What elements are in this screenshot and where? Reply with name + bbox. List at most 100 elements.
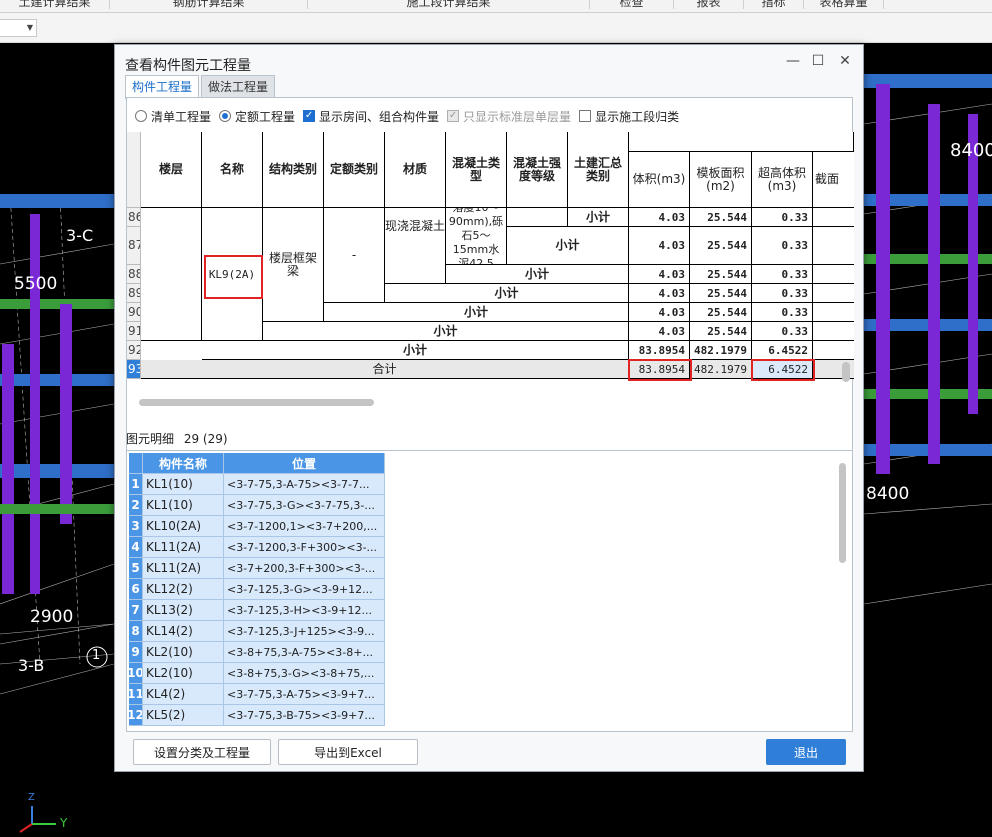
detail-header-position[interactable]: 位置 bbox=[224, 453, 385, 474]
detail-cell-position[interactable]: <3-7-75,3-B-75><3-9+7... bbox=[224, 705, 385, 726]
detail-cell-name[interactable]: KL5(2) bbox=[143, 705, 224, 726]
cell-section bbox=[813, 341, 854, 360]
menu-table-quantity[interactable]: 表格算量 bbox=[804, 0, 884, 9]
row-number[interactable]: 87 bbox=[127, 227, 141, 265]
detail-cell-position[interactable]: <3-7-75,3-A-75><3-9+7... bbox=[224, 684, 385, 705]
detail-row-number[interactable]: 3 bbox=[129, 516, 143, 537]
header-high-volume[interactable]: 超高体积(m3) bbox=[752, 152, 813, 208]
tab-component-quantity[interactable]: 构件工程量 bbox=[125, 75, 200, 99]
detail-cell-position[interactable]: <3-7-125,3-J+125><3-9... bbox=[224, 621, 385, 642]
cell-volume: 4.03 bbox=[629, 208, 690, 227]
menu-segment-results[interactable]: 施工段计算结果 bbox=[308, 0, 590, 9]
vertical-scrollbar[interactable] bbox=[842, 362, 850, 382]
header-volume[interactable]: 体积(m3) bbox=[629, 152, 690, 208]
axis-z-label: Z bbox=[28, 792, 35, 803]
close-icon[interactable]: ✕ bbox=[837, 53, 853, 69]
detail-row-number[interactable]: 9 bbox=[129, 642, 143, 663]
detail-row-number[interactable]: 4 bbox=[129, 537, 143, 558]
radio-quota-quantity[interactable]: 定额工程量 bbox=[219, 108, 295, 125]
checkbox-segment-group[interactable]: 显示施工段归类 bbox=[579, 108, 679, 125]
detail-cell-name[interactable]: KL4(2) bbox=[143, 684, 224, 705]
minimize-icon[interactable]: — bbox=[785, 53, 801, 69]
detail-count: 29 (29) bbox=[183, 432, 228, 446]
detail-row-number[interactable]: 10 bbox=[129, 663, 143, 684]
cell-volume: 4.03 bbox=[629, 303, 690, 322]
detail-row-number[interactable]: 1 bbox=[129, 474, 143, 495]
chevron-down-icon: ▼ bbox=[26, 23, 33, 32]
total-high-volume[interactable]: 6.4522 bbox=[752, 360, 813, 379]
detail-row-number[interactable]: 11 bbox=[129, 684, 143, 705]
detail-cell-position[interactable]: <3-7+200,3-F+300><3-... bbox=[224, 558, 385, 579]
setup-category-button[interactable]: 设置分类及工程量 bbox=[133, 739, 271, 765]
header-concrete-grade[interactable]: 混凝土强度等级 bbox=[507, 132, 568, 208]
row-number[interactable]: 91 bbox=[127, 322, 141, 341]
top-menubar: 土建计算结果 钢筋计算结果 施工段计算结果 检查 报表 指标 表格算量 bbox=[0, 0, 992, 13]
header-quota[interactable]: 定额类别 bbox=[324, 132, 385, 208]
header-concrete-type[interactable]: 混凝土类型 bbox=[446, 132, 507, 208]
detail-cell-position[interactable]: <3-7-125,3-H><3-9+12... bbox=[224, 600, 385, 621]
detail-cell-name[interactable]: KL11(2A) bbox=[143, 558, 224, 579]
menu-rebar-results[interactable]: 钢筋计算结果 bbox=[110, 0, 308, 9]
header-formwork[interactable]: 模板面积(m2) bbox=[690, 152, 752, 208]
subtotal-label: 小计 bbox=[263, 322, 629, 341]
detail-cell-position[interactable]: <3-7-1200,3-F+300><3-... bbox=[224, 537, 385, 558]
detail-cell-name[interactable]: KL14(2) bbox=[143, 621, 224, 642]
detail-cell-name[interactable]: KL1(10) bbox=[143, 495, 224, 516]
row-number[interactable]: 90 bbox=[127, 303, 141, 322]
header-material[interactable]: 材质 bbox=[385, 132, 446, 208]
axis-label-3b: 3-B bbox=[18, 656, 45, 675]
menu-index[interactable]: 指标 bbox=[744, 0, 804, 9]
detail-cell-position[interactable]: <3-7-75,3-G><3-7-75,3-... bbox=[224, 495, 385, 516]
row-number[interactable]: 86 bbox=[127, 208, 141, 227]
tab-method-quantity[interactable]: 做法工程量 bbox=[201, 75, 276, 99]
header-name[interactable]: 名称 bbox=[202, 132, 263, 208]
detail-row-number[interactable]: 7 bbox=[129, 600, 143, 621]
cell-high-volume: 0.33 bbox=[752, 284, 813, 303]
detail-cell-name[interactable]: KL12(2) bbox=[143, 579, 224, 600]
detail-cell-name[interactable]: KL1(10) bbox=[143, 474, 224, 495]
detail-row-number[interactable]: 6 bbox=[129, 579, 143, 600]
header-section[interactable]: 截面 bbox=[813, 152, 854, 208]
menu-civil-results[interactable]: 土建计算结果 bbox=[0, 0, 110, 9]
row-number[interactable]: 89 bbox=[127, 284, 141, 303]
detail-cell-name[interactable]: KL11(2A) bbox=[143, 537, 224, 558]
export-excel-button[interactable]: 导出到Excel bbox=[278, 739, 418, 765]
row-number[interactable]: 92 bbox=[127, 341, 141, 360]
detail-row-number[interactable]: 5 bbox=[129, 558, 143, 579]
detail-cell-name[interactable]: KL2(10) bbox=[143, 663, 224, 684]
row-number[interactable]: 88 bbox=[127, 265, 141, 284]
floor-combo[interactable]: ▼ bbox=[0, 19, 37, 37]
detail-cell-name[interactable]: KL10(2A) bbox=[143, 516, 224, 537]
cell-formwork: 25.544 bbox=[690, 265, 752, 284]
detail-cell-position[interactable]: <3-8+75,3-A-75><3-8+... bbox=[224, 642, 385, 663]
detail-cell-position[interactable]: <3-7-1200,1><3-7+200,... bbox=[224, 516, 385, 537]
detail-title-text: 图元明细 bbox=[126, 432, 175, 446]
header-struct[interactable]: 结构类别 bbox=[263, 132, 324, 208]
maximize-icon[interactable]: ☐ bbox=[810, 53, 826, 69]
detail-cell-position[interactable]: <3-8+75,3-G><3-8+75,... bbox=[224, 663, 385, 684]
subtotal-label: 小计 bbox=[324, 303, 629, 322]
detail-cell-position[interactable]: <3-7-125,3-G><3-9+12... bbox=[224, 579, 385, 600]
checkbox-disabled-icon: ✓ bbox=[447, 110, 460, 122]
detail-vertical-scrollbar[interactable] bbox=[839, 463, 846, 563]
cell-concrete-grade bbox=[507, 208, 568, 227]
detail-row-number[interactable]: 2 bbox=[129, 495, 143, 516]
horizontal-scrollbar[interactable] bbox=[139, 399, 374, 406]
checkbox-show-rooms[interactable]: ✓ 显示房间、组合构件量 bbox=[303, 108, 439, 125]
menu-check[interactable]: 检查 bbox=[590, 0, 674, 9]
exit-button[interactable]: 退出 bbox=[766, 739, 846, 765]
detail-panel: 构件名称 位置 1 KL1(10) <3-7-75,3-A-75><3-7-7...… bbox=[126, 450, 853, 732]
header-floor[interactable]: 楼层 bbox=[141, 132, 202, 208]
detail-corner bbox=[129, 453, 143, 474]
detail-cell-name[interactable]: KL2(10) bbox=[143, 642, 224, 663]
checkbox-standard-floor[interactable]: ✓ 只显示标准层单层量 bbox=[447, 108, 571, 125]
row-number-selected[interactable]: 93 bbox=[127, 360, 141, 379]
detail-row-number[interactable]: 12 bbox=[129, 705, 143, 726]
detail-header-name[interactable]: 构件名称 bbox=[143, 453, 224, 474]
menu-report[interactable]: 报表 bbox=[674, 0, 744, 9]
radio-bill-quantity[interactable]: 清单工程量 bbox=[135, 108, 211, 125]
header-civil-category[interactable]: 土建汇总类别 bbox=[568, 132, 629, 208]
detail-cell-position[interactable]: <3-7-75,3-A-75><3-7-7... bbox=[224, 474, 385, 495]
detail-cell-name[interactable]: KL13(2) bbox=[143, 600, 224, 621]
detail-row-number[interactable]: 8 bbox=[129, 621, 143, 642]
